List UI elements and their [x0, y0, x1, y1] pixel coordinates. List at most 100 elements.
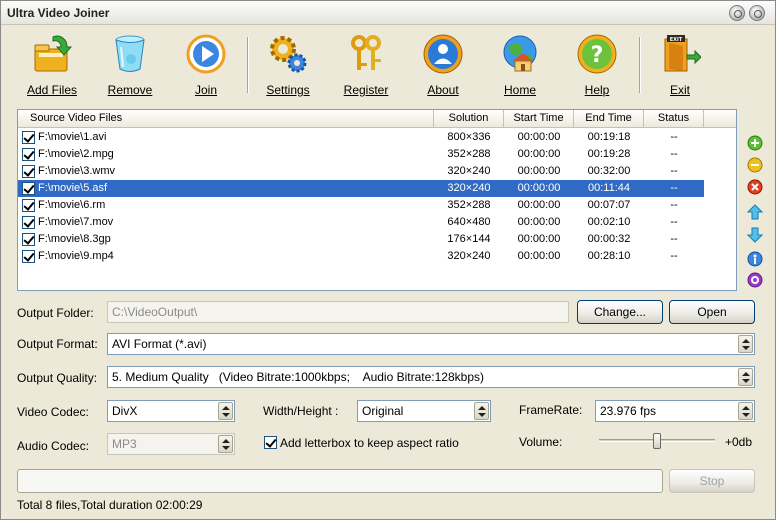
exit-button[interactable]: EXIT Exit [647, 31, 713, 99]
start-time-cell: 00:00:00 [517, 250, 561, 262]
add-icon[interactable] [747, 135, 763, 151]
output-quality-label: Output Quality: [17, 371, 98, 385]
end-time-cell: 00:19:18 [587, 131, 631, 143]
row-checkbox[interactable] [22, 233, 35, 246]
minimize-button[interactable] [729, 5, 745, 21]
status-cell: -- [670, 250, 678, 262]
output-quality-spinner[interactable] [738, 368, 753, 386]
toolbar-separator [639, 37, 641, 93]
file-path-cell: F:\movie\1.avi [38, 131, 107, 143]
table-row[interactable]: F:\movie\2.mpg 352×288 00:00:00 00:19:28 -- [18, 146, 704, 163]
add-files-label: Add Files [26, 83, 78, 97]
table-row[interactable]: F:\movie\8.3gp 176×144 00:00:00 00:00:32 -- [18, 231, 704, 248]
framerate-select[interactable]: 23.976 fps [595, 400, 755, 422]
home-button[interactable]: Home [487, 31, 553, 99]
table-row[interactable]: F:\movie\7.mov 640×480 00:00:00 00:02:10 -- [18, 214, 704, 231]
audio-codec-select[interactable]: MP3 [107, 433, 235, 455]
video-codec-spinner[interactable] [218, 402, 233, 420]
delete-icon[interactable] [747, 179, 763, 195]
file-path-cell: F:\movie\7.mov [38, 216, 114, 228]
solution-cell: 320×240 [447, 250, 491, 262]
table-row[interactable]: F:\movie\6.rm 352×288 00:00:00 00:07:07 -- [18, 197, 704, 214]
start-time-cell: 00:00:00 [517, 182, 561, 194]
row-checkbox[interactable] [22, 216, 35, 229]
close-button[interactable] [749, 5, 765, 21]
output-format-label: Output Format: [17, 337, 98, 351]
question-icon: ? [577, 34, 617, 74]
output-format-select[interactable]: AVI Format (*.avi) [107, 333, 755, 355]
app-window: Ultra Video Joiner Add Files Remove Join… [0, 0, 776, 520]
table-row[interactable]: F:\movie\3.wmv 320×240 00:00:00 00:32:00 -- [18, 163, 704, 180]
column-solution[interactable]: Solution [434, 110, 504, 128]
row-checkbox[interactable] [22, 250, 35, 263]
solution-cell: 800×336 [447, 131, 491, 143]
stop-button[interactable]: Stop [669, 469, 755, 493]
help-label: Help [584, 83, 610, 97]
solution-cell: 176×144 [447, 233, 491, 245]
add-files-icon [34, 35, 73, 72]
change-button[interactable]: Change... [577, 300, 663, 324]
framerate-label: FrameRate: [519, 403, 583, 417]
width-height-select[interactable]: Original [357, 400, 491, 422]
start-time-cell: 00:00:00 [517, 216, 561, 228]
row-checkbox[interactable] [22, 165, 35, 178]
volume-value: +0db [725, 435, 753, 449]
solution-cell: 320×240 [447, 182, 491, 194]
video-codec-label: Video Codec: [17, 405, 89, 419]
framerate-spinner[interactable] [738, 402, 753, 420]
add-files-button[interactable]: Add Files [19, 31, 85, 99]
audio-codec-value: MP3 [112, 437, 137, 451]
row-checkbox[interactable] [22, 199, 35, 212]
start-time-cell: 00:00:00 [517, 165, 561, 177]
video-codec-select[interactable]: DivX [107, 400, 235, 422]
join-button[interactable]: Join [173, 31, 239, 99]
move-up-icon[interactable] [747, 204, 763, 220]
solution-cell: 320×240 [447, 165, 491, 177]
column-source-files[interactable]: Source Video Files [18, 110, 434, 128]
minus-icon[interactable] [747, 157, 763, 173]
output-format-spinner[interactable] [738, 335, 753, 353]
column-start-time[interactable]: Start Time [504, 110, 574, 128]
table-row[interactable]: F:\movie\1.avi 800×336 00:00:00 00:19:18 -- [18, 129, 704, 146]
end-time-cell: 00:28:10 [587, 250, 631, 262]
volume-slider-thumb[interactable] [653, 433, 661, 449]
volume-label: Volume: [519, 435, 563, 449]
row-checkbox[interactable] [22, 148, 35, 161]
move-down-icon[interactable] [747, 227, 763, 243]
letterbox-checkbox[interactable] [264, 436, 277, 449]
file-path-cell: F:\movie\6.rm [38, 199, 106, 211]
column-end-time[interactable]: End Time [574, 110, 644, 128]
row-checkbox[interactable] [22, 131, 35, 144]
start-time-cell: 00:00:00 [517, 233, 561, 245]
output-quality-value: 5. Medium Quality (Video Bitrate:1000kbp… [112, 370, 484, 384]
status-cell: -- [670, 165, 678, 177]
open-button[interactable]: Open [669, 300, 755, 324]
settings-button[interactable]: Settings [255, 31, 321, 99]
output-format-value: AVI Format (*.avi) [112, 337, 207, 351]
remove-button[interactable]: Remove [97, 31, 163, 99]
about-label: About [427, 83, 459, 97]
settings-label: Settings [266, 83, 310, 97]
status-cell: -- [670, 131, 678, 143]
table-row[interactable]: F:\movie\5.asf 320×240 00:00:00 00:11:44 -- [18, 180, 704, 197]
row-checkbox[interactable] [22, 182, 35, 195]
letterbox-label: Add letterbox to keep aspect ratio [280, 436, 459, 450]
join-label: Join [194, 83, 217, 97]
register-label: Register [343, 83, 389, 97]
width-height-spinner[interactable] [474, 402, 489, 420]
output-quality-select[interactable]: 5. Medium Quality (Video Bitrate:1000kbp… [107, 366, 755, 388]
settings-icon[interactable] [747, 272, 763, 288]
output-folder-input[interactable]: C:\VideoOutput\ [107, 301, 569, 323]
file-path-cell: F:\movie\5.asf [38, 182, 108, 194]
file-path-cell: F:\movie\9.mp4 [38, 250, 114, 262]
register-button[interactable]: Register [333, 31, 399, 99]
help-button[interactable]: ? Help [564, 31, 630, 99]
about-button[interactable]: About [410, 31, 476, 99]
audio-codec-spinner[interactable] [218, 435, 233, 453]
start-time-cell: 00:00:00 [517, 148, 561, 160]
end-time-cell: 00:19:28 [587, 148, 631, 160]
file-list[interactable]: Source Video Files Solution Start Time E… [17, 109, 737, 291]
column-status[interactable]: Status [644, 110, 704, 128]
table-row[interactable]: F:\movie\9.mp4 320×240 00:00:00 00:28:10 -- [18, 248, 704, 265]
info-icon[interactable] [747, 251, 763, 267]
